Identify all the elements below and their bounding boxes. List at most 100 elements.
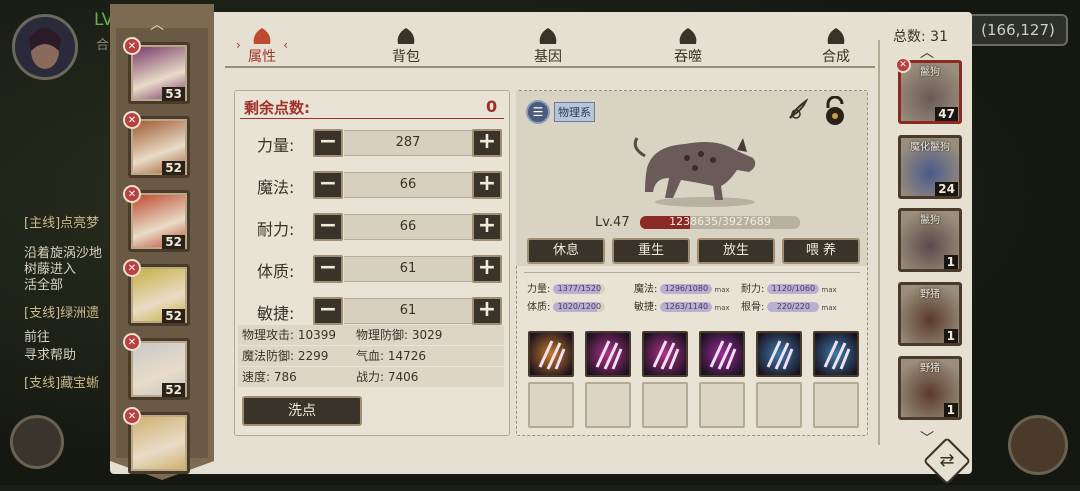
aptitude-max: max (821, 304, 837, 312)
hero-slot[interactable]: ✕ (123, 407, 190, 474)
lock-icon[interactable] (822, 95, 848, 126)
attribute-label: 力量: (257, 136, 295, 155)
hero-badge-icon: ✕ (123, 37, 141, 55)
rename-quill-icon[interactable] (786, 98, 810, 122)
swirl-icon (676, 26, 700, 46)
empty-skill-slot[interactable] (642, 382, 688, 428)
hero-slot[interactable]: ✕ 52 (123, 259, 190, 326)
quest-line[interactable]: 活全部 (24, 274, 63, 293)
ice-shard-icon[interactable] (813, 331, 859, 377)
aptitude-max: max (821, 286, 837, 294)
quest-line[interactable]: 寻求帮助 (24, 344, 76, 363)
player-sub: 合 (96, 38, 110, 53)
spiral-icon (824, 26, 848, 46)
increase-button[interactable]: + (472, 171, 502, 199)
pet-action-button[interactable]: 重生 (612, 238, 690, 264)
empty-skill-slot[interactable] (585, 382, 631, 428)
hero-slot[interactable]: ✕ 52 (123, 111, 190, 178)
pet-action-button[interactable]: 休息 (527, 238, 605, 264)
quest-line[interactable]: 前往 (24, 326, 50, 345)
tab-fire[interactable]: › ‹ 属性 (222, 26, 302, 66)
attribute-label: 敏捷: (257, 304, 295, 323)
pet-list-item[interactable]: 野猪 1 (898, 282, 962, 346)
quest-line[interactable]: [支线]藏宝蜥 (24, 372, 99, 391)
empty-skill-slot[interactable] (756, 382, 802, 428)
hero-level: 52 (162, 309, 185, 323)
hero-slot[interactable]: ✕ 53 (123, 37, 190, 104)
tab-label: 合成 (822, 49, 850, 65)
hero-scroll-up-icon[interactable]: ︿ (150, 14, 164, 34)
attribute-value: 287 (344, 130, 472, 156)
decrease-button[interactable]: − (313, 255, 343, 283)
claw-slash-icon[interactable] (585, 331, 631, 377)
increase-button[interactable]: + (472, 255, 502, 283)
decrease-button[interactable]: − (313, 213, 343, 241)
tab-spiral[interactable]: 合成 (796, 26, 876, 66)
pet-badge-icon: ✕ (895, 57, 911, 73)
pet-list-item[interactable]: 鬣狗 1 (898, 208, 962, 272)
hero-portrait (133, 417, 185, 469)
decrease-button[interactable]: − (313, 171, 343, 199)
pet-scroll-up-icon[interactable]: ︿ (920, 42, 934, 62)
aptitude-max: max (714, 304, 730, 312)
tab-label: 属性 (248, 49, 276, 65)
eye-icon (536, 26, 560, 46)
aptitude-bar: 1020/1200 (553, 302, 606, 312)
hero-slot[interactable]: ✕ 52 (123, 185, 190, 252)
tab-swirl[interactable]: 吞噬 (648, 26, 728, 66)
tab-beast-head[interactable]: 背包 (366, 26, 446, 66)
list-menu-icon[interactable]: ☰ (526, 100, 550, 124)
pet-name: 野猪 (920, 289, 940, 300)
pet-action-button[interactable]: 喂 养 (782, 238, 860, 264)
pet-list-item[interactable]: 鬣狗 47 ✕ (895, 57, 962, 124)
player-avatar[interactable] (12, 14, 78, 80)
pet-name: 鬣狗 (920, 215, 940, 226)
pet-level: Lv.47 (595, 215, 630, 230)
aptitude-label: 力量: (527, 284, 551, 295)
derived-stat: 魔法防御: 2299 (242, 349, 329, 363)
attribute-label: 体质: (257, 262, 295, 281)
empty-skill-slot[interactable] (813, 382, 859, 428)
attribute-value: 66 (344, 214, 472, 240)
empty-skill-slot[interactable] (699, 382, 745, 428)
aptitude-bar: 220/220 (767, 302, 820, 312)
decrease-button[interactable]: − (313, 129, 343, 157)
hero-level: 52 (162, 383, 185, 397)
aptitude-bar: 1263/1140 (660, 302, 713, 312)
ice-claw-icon[interactable] (756, 331, 802, 377)
aptitude-stat: 力量: 1377/1520 (527, 280, 606, 295)
increase-button[interactable]: + (472, 213, 502, 241)
aptitude-stat: 敏捷: 1263/1140 max (634, 298, 730, 313)
pet-level-badge: 1 (943, 403, 958, 417)
burst-icon[interactable] (699, 331, 745, 377)
decrease-button[interactable]: − (313, 297, 343, 325)
empty-skill-slot[interactable] (528, 382, 574, 428)
claw-slash-icon[interactable] (642, 331, 688, 377)
tab-label: 基因 (534, 49, 562, 65)
pet-list-item[interactable]: 野猪 1 (898, 356, 962, 420)
aptitude-label: 根骨: (741, 302, 765, 313)
pet-type-tag: ☰ 物理系 (526, 100, 595, 124)
home-button[interactable] (1008, 415, 1068, 475)
quest-line[interactable]: [主线]点亮梦 (24, 212, 99, 231)
aptitude-stat: 魔法: 1296/1080 max (634, 280, 730, 295)
pet-list-item[interactable]: 魔化鬣狗 24 (898, 135, 962, 199)
increase-button[interactable]: + (472, 297, 502, 325)
pet-name: 魔化鬣狗 (910, 142, 950, 153)
tab-eye[interactable]: 基因 (508, 26, 588, 66)
quest-line[interactable]: [支线]绿洲遗 (24, 302, 99, 321)
pet-action-button[interactable]: 放生 (697, 238, 775, 264)
hero-badge-icon: ✕ (123, 111, 141, 129)
aptitude-label: 体质: (527, 302, 551, 313)
pet-level-badge: 1 (943, 329, 958, 343)
sun-rune-icon[interactable] (528, 331, 574, 377)
map-button[interactable] (10, 415, 64, 469)
aptitude-stat: 体质: 1020/1200 (527, 298, 606, 313)
hero-slot[interactable]: ✕ 52 (123, 333, 190, 400)
increase-button[interactable]: + (472, 129, 502, 157)
tab-label: 背包 (392, 49, 420, 65)
tab-divider (225, 66, 875, 68)
aptitude-label: 魔法: (634, 284, 658, 295)
aptitude-bar: 1120/1060 (767, 284, 820, 294)
reset-points-button[interactable]: 洗点 (242, 396, 362, 426)
